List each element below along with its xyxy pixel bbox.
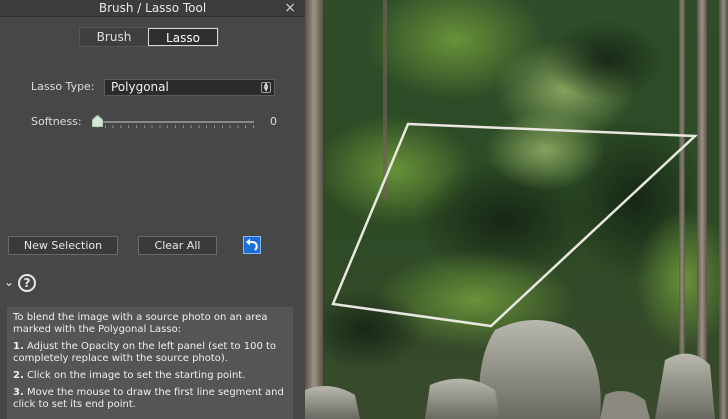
step-number: 3. <box>13 387 24 398</box>
softness-value: 0 <box>270 115 277 128</box>
step-text: Move the mouse to draw the first line se… <box>13 387 284 410</box>
softness-label: Softness: <box>31 115 82 128</box>
lasso-type-value: Polygonal <box>111 80 169 94</box>
softness-slider-thumb[interactable] <box>92 115 103 127</box>
softness-slider-ticks <box>97 125 254 128</box>
step-text: Adjust the Opacity on the left panel (se… <box>13 341 277 364</box>
collapse-chevron-icon[interactable]: ⌄ <box>4 275 14 289</box>
lasso-type-label: Lasso Type: <box>31 80 95 93</box>
brush-lasso-panel: Brush / Lasso Tool × Brush Lasso Lasso T… <box>0 0 305 419</box>
new-selection-button[interactable]: New Selection <box>8 236 118 255</box>
select-arrows-icon: ▲ ▼ <box>261 82 271 93</box>
undo-icon <box>246 238 258 251</box>
image-canvas[interactable] <box>305 0 728 419</box>
tab-brush[interactable]: Brush <box>80 28 148 46</box>
help-icon[interactable]: ? <box>18 274 36 292</box>
step-number: 2. <box>13 370 24 381</box>
help-intro: To blend the image with a source photo o… <box>13 312 268 335</box>
help-step-2: 2. Click on the image to set the startin… <box>13 370 287 382</box>
tool-tabs: Brush Lasso <box>79 27 219 47</box>
help-text-box: To blend the image with a source photo o… <box>7 307 293 419</box>
step-text: Click on the image to set the starting p… <box>26 370 246 381</box>
close-icon[interactable]: × <box>284 0 296 16</box>
panel-titlebar: Brush / Lasso Tool × <box>0 0 305 17</box>
help-step-1: 1. Adjust the Opacity on the left panel … <box>13 341 287 365</box>
tab-lasso[interactable]: Lasso <box>148 28 218 46</box>
lasso-type-select[interactable]: Polygonal ▲ ▼ <box>104 79 275 96</box>
step-number: 1. <box>13 341 24 352</box>
softness-slider-track[interactable] <box>97 121 254 123</box>
clear-all-button[interactable]: Clear All <box>138 236 217 255</box>
panel-title: Brush / Lasso Tool <box>98 1 207 15</box>
undo-button[interactable] <box>243 236 261 254</box>
help-step-3: 3. Move the mouse to draw the first line… <box>13 387 287 411</box>
